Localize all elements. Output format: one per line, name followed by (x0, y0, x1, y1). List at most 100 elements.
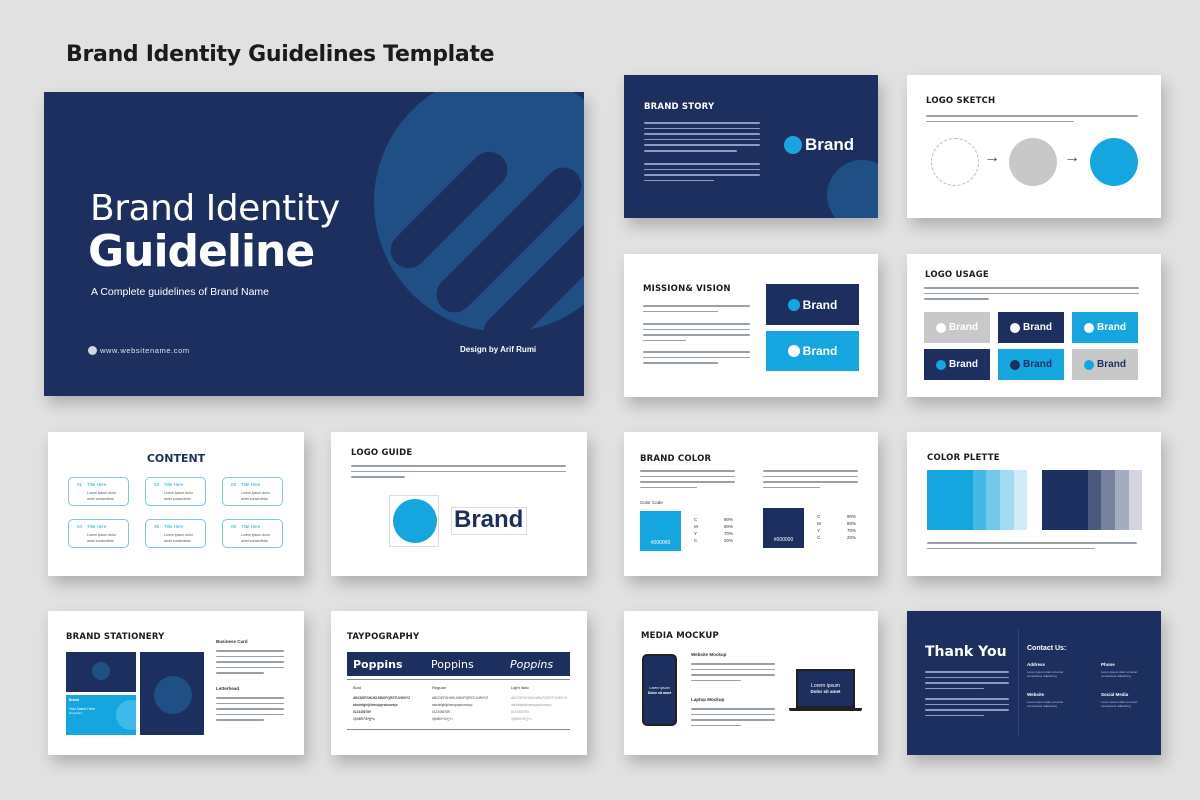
slide-brand-color[interactable]: BRAND COLOR Color Code #000000 C 90% M 80% Y 7… (624, 432, 878, 576)
phone-screen-text: Dolor sit amet (647, 691, 672, 695)
palette-swatch (999, 470, 1014, 530)
cover-subtitle: A Complete guidelines of Brand Name (91, 286, 270, 298)
slide-title: BRAND STORY (644, 102, 715, 112)
divider (347, 679, 570, 680)
slide-title: LOGO USAGE (925, 270, 989, 280)
content-item-label: Tilte Here (164, 482, 184, 487)
brand-wordmark: Brand (949, 359, 978, 370)
type-sample-line: ABCDEFGHIJKLMNOPQRSTUVWXYZ (353, 696, 411, 700)
brand-mark-icon (787, 345, 800, 357)
swatch-hex: #000000 (773, 537, 794, 543)
slide-title: BRAND COLOR (640, 454, 712, 464)
slide-mission-vision[interactable]: MISSION& VISION Brand Brand (624, 254, 878, 397)
cmyk-letter: Y (817, 528, 821, 533)
swatch-hex: #000000 (650, 540, 671, 546)
body-text (691, 708, 775, 730)
color-swatch: #000000 (640, 511, 681, 551)
slide-content[interactable]: CONTENT 01 Tilte Here Lorem ipsum dolor ame… (48, 432, 304, 576)
type-sample-line: abcdefghijklmnopqrstuvwxyz (353, 703, 398, 707)
slide-typography[interactable]: TAYPOGRAPHY Poppins Poppins Poppins Bold… (331, 611, 587, 755)
content-item-label: Tilte Here (241, 524, 261, 529)
letterhead (140, 652, 204, 735)
body-text (643, 323, 750, 345)
body-text (924, 287, 1139, 304)
contact-field: Address Lorem ipsum dolor sit amet consect… (1027, 662, 1101, 678)
type-sample-line: abcdefghijklmnopqrstuvwxyz (432, 703, 473, 707)
typography-columns: Bold ABCDEFGHIJKLMNOPQRSTUVWXYZ abcdefghij… (353, 685, 584, 724)
laptop-base (789, 708, 862, 711)
palette-swatch (927, 470, 973, 530)
business-card-label: Business Card (216, 639, 248, 644)
globe-icon (88, 346, 97, 355)
slide-media-mockup[interactable]: MEDIA MOCKUP Lorem ipsum Dolor sit amet … (624, 611, 878, 755)
laptop-mockup-label: Laptop Mockup (691, 697, 725, 702)
cmyk-letter: C (817, 535, 821, 540)
slide-brand-stationery[interactable]: BRAND STATIONERY Brand Your Name Here De… (48, 611, 304, 755)
content-card[interactable]: 05 Tilte Here Lorem ipsum dolor amet consec… (145, 519, 206, 548)
brand-logo-navy: Brand (766, 284, 859, 325)
content-card[interactable]: 01 Tilte Here Lorem ipsum dolor amet consec… (68, 477, 129, 506)
content-item-desc: Lorem ipsum dolor (164, 491, 193, 495)
brand-wordmark: Brand (949, 322, 978, 333)
slide-color-palette[interactable]: COLOR PLETTE (907, 432, 1161, 576)
palette-swatch (1101, 470, 1115, 530)
brand-logo: Brand (784, 135, 854, 155)
content-item-desc: amet consectetur (164, 539, 191, 543)
body-text (644, 163, 760, 185)
typography-column: Regular ABCDEFGHIJKLMNOPQRSTUVWXYZ abcdefg… (432, 685, 505, 724)
font-sample-bold: Poppins (353, 657, 403, 671)
slide-cover[interactable]: Brand Identity Guideline A Complete guid… (44, 92, 584, 396)
content-card[interactable]: 02 Tilte Here Lorem ipsum dolor amet consec… (145, 477, 206, 506)
type-sample-line: ABCDEFGHIJKLMNOPQRSTUVWXYZ (432, 696, 489, 700)
slide-logo-sketch[interactable]: LOGO SKETCH → → (907, 75, 1161, 218)
content-card[interactable]: 03 Tilte Here Lorem ipsum dolor amet consec… (222, 477, 283, 506)
content-card[interactable]: 04 Tilte Here Lorem ipsum dolor amet consec… (68, 519, 129, 548)
type-style-label: Light Italic (511, 685, 530, 690)
cmyk-letter: C (817, 514, 821, 519)
slide-logo-guide[interactable]: LOGO GUIDE Brand (331, 432, 587, 576)
slide-thank-you[interactable]: Thank You Contact Us: Address Lorem ipsum… (907, 611, 1161, 755)
slide-logo-usage[interactable]: LOGO USAGE Brand Brand Brand Brand Brand Bran… (907, 254, 1161, 397)
type-style-label: Bold (353, 685, 362, 690)
card-name: Your Name Here (69, 707, 95, 711)
cmyk-letter: C (694, 517, 698, 522)
content-item-title: 04 (77, 524, 83, 529)
type-sample-line: 0123456789 (511, 710, 529, 714)
content-item-desc: Lorem ipsum dolor (164, 533, 193, 537)
content-grid: 01 Tilte Here Lorem ipsum dolor amet consec… (68, 477, 283, 548)
slide-title: TAYPOGRAPHY (347, 632, 420, 642)
body-text (216, 650, 284, 678)
content-item-desc: Lorem ipsum dolor (87, 491, 116, 495)
brand-wordmark: Brand (802, 344, 838, 358)
cmyk-value: 90% (847, 514, 857, 519)
type-sample-line: !@#$%^&*()+= (511, 717, 533, 721)
slide-brand-story[interactable]: BRAND STORY Brand (624, 75, 878, 218)
contact-label: Social Media (1101, 692, 1129, 697)
content-card[interactable]: 06 Tilte Here Lorem ipsum dolor amet consec… (222, 519, 283, 548)
body-text (926, 115, 1138, 126)
card-role: Designation (69, 712, 83, 715)
logo-guide-mark-icon (393, 499, 437, 543)
contact-field: Phone Lorem ipsum dolor sit amet consectet… (1101, 662, 1161, 678)
sketch-grey-icon (1009, 138, 1057, 186)
logo-usage-tile: Brand (1072, 349, 1138, 380)
slide-title: COLOR PLETTE (927, 453, 1000, 463)
brand-wordmark: Brand (802, 297, 838, 312)
body-text (691, 663, 775, 685)
brand-mark-icon (787, 298, 800, 311)
color-swatch: #000000 (763, 508, 804, 548)
body-text (643, 351, 750, 368)
logo-usage-tile: Brand (924, 312, 990, 343)
slide-title: MISSION& VISION (643, 284, 731, 294)
contact-label: Address (1027, 662, 1046, 667)
cmyk-value: 80% (847, 521, 857, 526)
type-sample-line: !@#$%^&*()+= (353, 717, 375, 721)
cover-website[interactable]: www.websitename.com (100, 346, 190, 355)
logo-usage-tile: Brand (924, 349, 990, 380)
type-sample-line: !@#$%^&*()+= (432, 717, 454, 721)
contact-value: consectetur adipiscing (1027, 704, 1057, 708)
content-item-title: 03 (231, 482, 237, 487)
typography-column: Light Italic ABCDEFGHIJKLMNOPQRSTUVWXYZ ab… (511, 685, 584, 724)
font-banner: Poppins Poppins Poppins (347, 652, 570, 676)
cmyk-letter: C (694, 538, 698, 543)
